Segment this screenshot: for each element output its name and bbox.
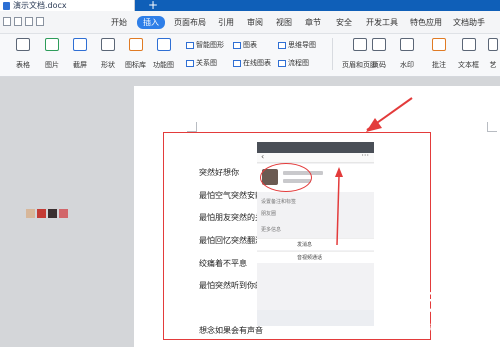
- undo-icon[interactable]: [36, 17, 44, 26]
- ribbon-toolbar: 表格 图片 截屏 形状 图标库 功能图 智能图形 图表 思维导图 关系图 在线图…: [0, 34, 500, 77]
- picture-button[interactable]: 图片: [45, 38, 59, 70]
- watermark-subtitle: 努力解决软件问题: [383, 323, 463, 334]
- watermark-title: 软件无忧: [381, 291, 474, 316]
- menu-home[interactable]: 开始: [111, 17, 127, 28]
- comment-label: 批注: [432, 61, 446, 69]
- thumbnail: [37, 209, 46, 218]
- save-icon[interactable]: [3, 17, 11, 26]
- open-icon[interactable]: [14, 17, 22, 26]
- shape-button[interactable]: 形状: [101, 38, 115, 70]
- header-footer-icon: [352, 38, 367, 51]
- menu-doc-assistant[interactable]: 文档助手: [453, 17, 485, 28]
- chart-icon: [233, 41, 241, 49]
- document-title: 演示文档.docx: [13, 1, 67, 10]
- document-tab[interactable]: 演示文档.docx: [0, 0, 135, 11]
- watermark-label: 水印: [400, 61, 414, 69]
- textbox-icon: [461, 38, 476, 51]
- print-icon[interactable]: [25, 17, 33, 26]
- page-number-label: 页码: [372, 61, 386, 69]
- document-icon: [3, 1, 10, 10]
- table-icon: [16, 38, 30, 51]
- shape-icon: [101, 38, 115, 51]
- relation-label: 关系图: [196, 59, 217, 67]
- highlight-ellipse: [260, 163, 312, 192]
- ribbon-divider: [332, 38, 333, 70]
- quick-access: [3, 17, 44, 26]
- menu-view[interactable]: 视图: [276, 17, 292, 28]
- relation-icon: [186, 59, 194, 67]
- menu-chapter[interactable]: 章节: [305, 17, 321, 28]
- menu-references[interactable]: 引用: [218, 17, 234, 28]
- smart-graphic-label: 智能图形: [196, 41, 224, 49]
- shape-label: 形状: [101, 61, 115, 69]
- textbox-label: 文本框: [458, 61, 479, 69]
- function-chart-icon: [156, 38, 171, 51]
- art-text-icon: [488, 38, 498, 51]
- thumbnail: [48, 209, 57, 218]
- flowchart-icon: [278, 59, 286, 67]
- watermark-button[interactable]: 水印: [400, 38, 414, 70]
- thumbnail: [26, 209, 35, 218]
- moments-thumbnails: [26, 209, 68, 218]
- picture-label: 图片: [45, 61, 59, 69]
- site-watermark: 软件无忧 努力解决软件问题: [371, 281, 500, 347]
- textbox-button[interactable]: 文本框: [458, 38, 479, 70]
- menu-insert[interactable]: 插入: [137, 16, 165, 29]
- smart-graphic-icon: [186, 41, 194, 49]
- smart-graphic-button[interactable]: 智能图形: [186, 40, 224, 50]
- icon-library-icon: [128, 38, 143, 51]
- watermark-icon: [400, 38, 414, 51]
- thumbnail: [59, 209, 68, 218]
- art-text-button[interactable]: 艺: [488, 38, 498, 70]
- screenshot-label: 截屏: [73, 61, 87, 69]
- mindmap-button[interactable]: 思维导图: [278, 40, 316, 50]
- online-chart-button[interactable]: 在线图表: [233, 58, 271, 68]
- icon-library-label: 图标库: [125, 61, 146, 69]
- screenshot-icon: [73, 38, 87, 51]
- chart-button[interactable]: 图表: [233, 40, 257, 50]
- margin-corner-mark: [487, 122, 497, 132]
- menu-security[interactable]: 安全: [336, 17, 352, 28]
- screenshot-button[interactable]: 截屏: [73, 38, 87, 70]
- menu-page-layout[interactable]: 页面布局: [174, 17, 206, 28]
- menu-bar: 开始 插入 页面布局 引用 审阅 视图 章节 安全 开发工具 特色应用 文档助手: [0, 11, 500, 34]
- menu-developer[interactable]: 开发工具: [366, 17, 398, 28]
- menu-review[interactable]: 审阅: [247, 17, 263, 28]
- menu-special[interactable]: 特色应用: [410, 17, 442, 28]
- comment-icon: [432, 38, 446, 51]
- mindmap-icon: [278, 41, 286, 49]
- table-button[interactable]: 表格: [16, 38, 30, 70]
- art-text-label: 艺: [489, 61, 497, 69]
- mindmap-label: 思维导图: [288, 41, 316, 49]
- flowchart-button[interactable]: 流程图: [278, 58, 309, 68]
- function-chart-button[interactable]: 功能图: [153, 38, 174, 70]
- page-number-button[interactable]: 页码: [372, 38, 386, 70]
- icon-library-button[interactable]: 图标库: [125, 38, 146, 70]
- page-number-icon: [372, 38, 386, 51]
- picture-icon: [45, 38, 59, 51]
- margin-corner-mark: [187, 122, 197, 132]
- function-chart-label: 功能图: [153, 61, 174, 69]
- title-bar: 演示文档.docx +: [0, 0, 500, 12]
- online-chart-label: 在线图表: [243, 59, 271, 67]
- flowchart-label: 流程图: [288, 59, 309, 67]
- relation-chart-button[interactable]: 关系图: [186, 58, 217, 68]
- comment-button[interactable]: 批注: [432, 38, 446, 70]
- table-label: 表格: [16, 61, 30, 69]
- online-chart-icon: [233, 59, 241, 67]
- chart-label: 图表: [243, 41, 257, 49]
